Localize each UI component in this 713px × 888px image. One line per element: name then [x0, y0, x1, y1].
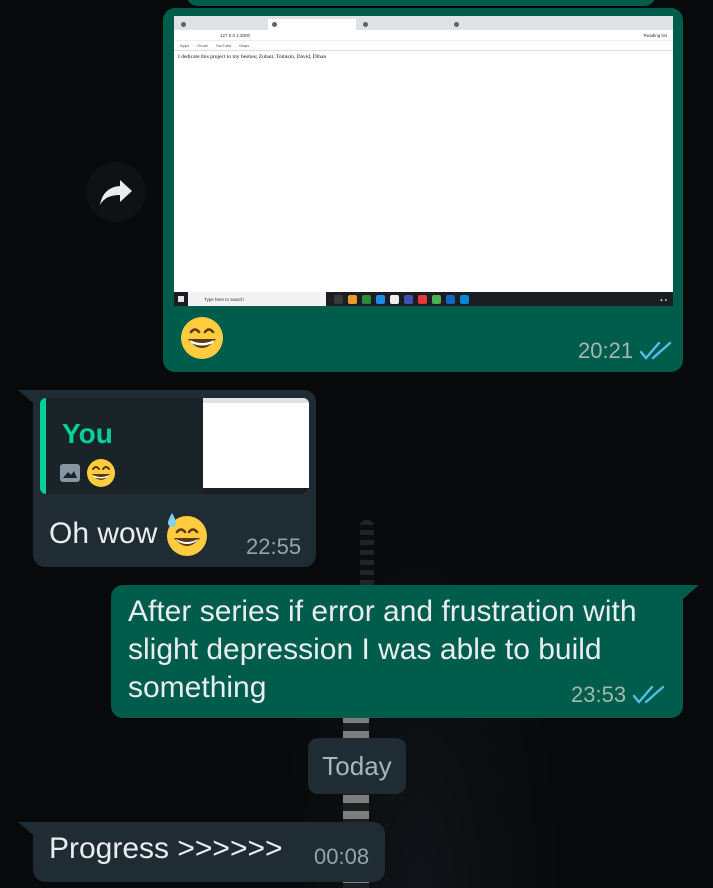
- double-check-read-icon: [632, 685, 665, 704]
- grinning-sweat-emoji-icon: [167, 513, 208, 556]
- browser-tab-strip: [174, 16, 673, 30]
- message-text: Oh wow: [49, 510, 211, 558]
- taskbar-app-icon: [334, 294, 343, 304]
- windows-start-icon: [174, 292, 188, 306]
- message-text-content: Progress >>>>>>: [49, 832, 283, 865]
- grinning-emoji-icon: [87, 459, 115, 487]
- windows-taskbar: Type here to search ▲ ●: [174, 292, 673, 306]
- previous-message-edge: [186, 0, 656, 6]
- bookmark-item: Gmail: [197, 43, 208, 48]
- bubble-tail: [18, 822, 34, 836]
- message-text-content: After series if error and frustration wi…: [128, 595, 637, 704]
- forward-arrow-icon: [100, 180, 132, 205]
- browser-tab: [268, 19, 356, 30]
- browser-tab: [177, 19, 265, 30]
- message-meta: 22:55: [246, 534, 301, 560]
- text-message[interactable]: Progress >>>>>> 00:08: [33, 822, 385, 882]
- bookmark-item: YouTube: [215, 43, 232, 48]
- browser-tab: [359, 19, 447, 30]
- date-divider: Today: [308, 738, 406, 794]
- message-time: 20:21: [578, 338, 634, 363]
- bubble-tail: [18, 390, 34, 404]
- grinning-emoji-icon: [181, 317, 223, 359]
- reply-message[interactable]: You Oh wow 22:55: [33, 390, 316, 567]
- browser-tab: [450, 19, 538, 30]
- taskbar-app-icon: [404, 294, 413, 304]
- bookmark-item: Maps: [239, 43, 250, 48]
- text-message[interactable]: After series if error and frustration wi…: [111, 585, 683, 718]
- quoted-image-thumbnail: [203, 398, 309, 494]
- taskbar-app-icon: [418, 294, 427, 304]
- message-text-content: Oh wow: [49, 517, 158, 550]
- taskbar-app-icon: [390, 294, 399, 304]
- reading-list-label: Reading list: [643, 32, 667, 38]
- message-time: 00:08: [314, 844, 370, 869]
- taskbar-app-icon: [362, 294, 371, 304]
- photo-icon: [60, 464, 80, 482]
- quoted-preview: [60, 458, 116, 488]
- message-time: 22:55: [246, 534, 302, 559]
- forward-button[interactable]: [86, 162, 146, 222]
- image-message[interactable]: 127.0.0.1:3000 Reading list Apps Gmail Y…: [163, 8, 683, 372]
- message-time: 23:53: [571, 682, 627, 707]
- bubble-tail: [683, 585, 699, 599]
- page-text: I dedicate this project to my besties; Z…: [178, 54, 327, 60]
- address-url: 127.0.0.1:3000: [220, 32, 251, 38]
- system-tray: ▲ ●: [659, 296, 668, 302]
- screenshot-image[interactable]: 127.0.0.1:3000 Reading list Apps Gmail Y…: [174, 16, 673, 306]
- message-meta: 00:08: [314, 844, 369, 870]
- quoted-author: You: [62, 418, 113, 449]
- taskbar-app-icon: [446, 294, 455, 304]
- double-check-read-icon: [639, 341, 672, 360]
- taskbar-search: Type here to search: [188, 292, 326, 306]
- taskbar-app-icon: [348, 294, 357, 304]
- browser-address-bar: 127.0.0.1:3000 Reading list: [174, 30, 673, 41]
- message-meta: 23:53: [571, 682, 666, 708]
- bookmark-item: Apps: [180, 43, 190, 48]
- taskbar-apps: [326, 294, 469, 304]
- taskbar-app-icon: [460, 294, 469, 304]
- message-meta: 20:21: [578, 338, 673, 364]
- quote-accent-bar: [40, 398, 46, 494]
- taskbar-app-icon: [432, 294, 441, 304]
- quoted-message[interactable]: You: [40, 398, 309, 494]
- bookmarks-bar: Apps Gmail YouTube Maps: [174, 41, 673, 51]
- taskbar-app-icon: [376, 294, 385, 304]
